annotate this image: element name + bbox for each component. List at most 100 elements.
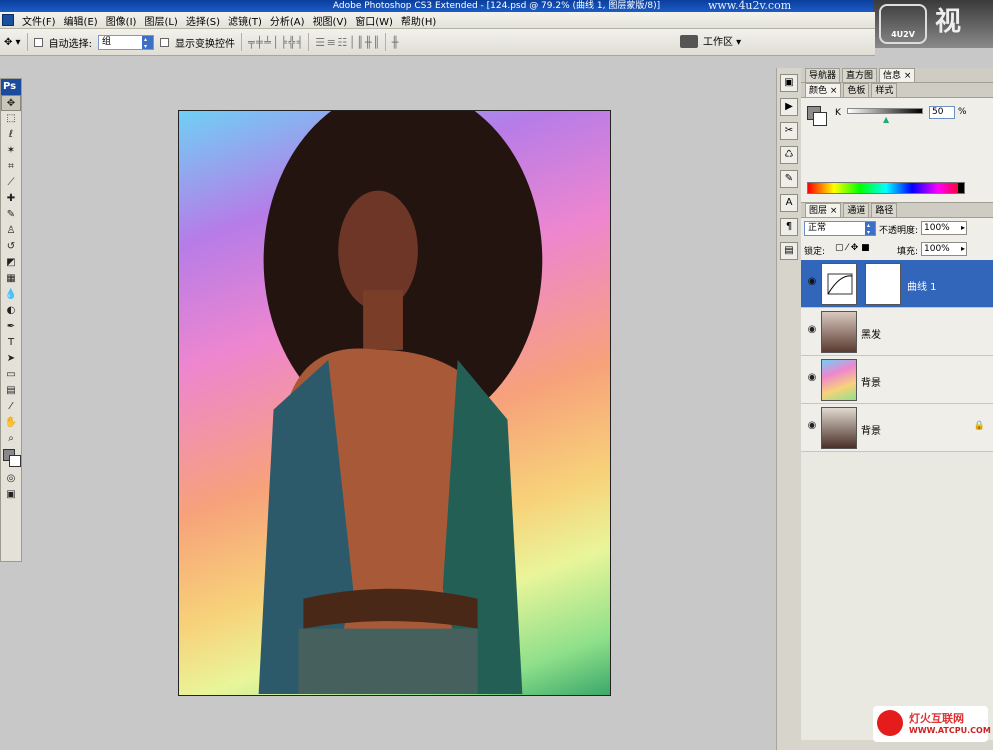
zoom-tool-icon[interactable]: ⌕: [1, 431, 21, 447]
menu-file[interactable]: 文件(F): [18, 13, 60, 28]
layer-row-gradient[interactable]: ◉ 背景: [801, 356, 993, 404]
lock-icons[interactable]: ▢ ⁄ ✥ ■: [835, 243, 870, 253]
tab-color[interactable]: 颜色 ×: [805, 83, 842, 97]
color-spectrum-ramp[interactable]: [807, 182, 965, 194]
paragraph-dock-icon[interactable]: ¶: [780, 218, 798, 236]
layer-name[interactable]: 曲线 1: [907, 278, 937, 293]
tools-dock-icon[interactable]: ✂: [780, 122, 798, 140]
screen-mode-icon[interactable]: ▣: [1, 487, 21, 503]
quick-mask-icon[interactable]: ◎: [1, 471, 21, 487]
magic-wand-tool-icon[interactable]: ✶: [1, 143, 21, 159]
clone-source-dock-icon[interactable]: ♺: [780, 146, 798, 164]
divider: [240, 33, 242, 51]
k-slider-thumb[interactable]: ▲: [883, 115, 889, 124]
slice-tool-icon[interactable]: ⟋: [1, 175, 21, 191]
menu-analysis[interactable]: 分析(A): [266, 13, 309, 28]
move-tool-icon[interactable]: ✥: [1, 95, 21, 111]
menu-help[interactable]: 帮助(H): [397, 13, 440, 28]
blend-mode-dropdown[interactable]: 正常: [804, 221, 876, 236]
menu-view[interactable]: 视图(V): [309, 13, 352, 28]
shape-tool-icon[interactable]: ▭: [1, 367, 21, 383]
eye-icon[interactable]: ◉: [805, 372, 819, 386]
actions-dock-icon[interactable]: ▶: [780, 98, 798, 116]
menu-edit[interactable]: 编辑(E): [60, 13, 102, 28]
menu-filter[interactable]: 滤镜(T): [224, 13, 266, 28]
corner-logo-text: 视: [935, 7, 962, 37]
layer-row-curves[interactable]: ◉ 曲线 1: [801, 260, 993, 308]
align-buttons-icon[interactable]: ╤ ╪ ╧ │ ╞ ╬ ╡: [248, 36, 303, 49]
layer-row-background[interactable]: ◉ 背景 🔒: [801, 404, 993, 452]
menu-select[interactable]: 选择(S): [182, 13, 224, 28]
menu-window[interactable]: 窗口(W): [351, 13, 397, 28]
path-selection-tool-icon[interactable]: ➤: [1, 351, 21, 367]
document-canvas[interactable]: [178, 110, 611, 696]
tab-styles[interactable]: 样式: [871, 83, 898, 97]
layer-mask-thumbnail[interactable]: [865, 263, 901, 305]
lock-label: 锁定:: [804, 247, 826, 257]
show-transform-label: 显示变换控件: [174, 38, 235, 50]
tab-histogram[interactable]: 直方图: [842, 68, 878, 82]
move-tool-icon[interactable]: ✥ ▾: [4, 37, 21, 48]
color-panel: K ▲ 50 %: [801, 98, 993, 203]
layer-thumbnail[interactable]: [821, 311, 857, 353]
auto-align-icon[interactable]: ╫: [392, 36, 399, 49]
eraser-tool-icon[interactable]: ◩: [1, 255, 21, 271]
divider: [26, 33, 28, 51]
eye-icon[interactable]: ◉: [805, 324, 819, 338]
k-slider[interactable]: [847, 108, 923, 114]
menu-layer[interactable]: 图层(L): [140, 13, 181, 28]
app-icon[interactable]: [2, 14, 14, 26]
color-swatches[interactable]: [1, 447, 21, 471]
distribute-buttons-icon[interactable]: ☰ ≡ ☷ │ ║ ╫ ║: [315, 36, 379, 49]
divider: [384, 33, 386, 51]
layer-name[interactable]: 黑发: [861, 326, 881, 341]
auto-select-dropdown[interactable]: 组: [97, 34, 154, 50]
eye-icon[interactable]: ◉: [805, 276, 819, 290]
hand-tool-icon[interactable]: ✋: [1, 415, 21, 431]
layer-comps-dock-icon[interactable]: ▤: [780, 242, 798, 260]
navigator-dock-icon[interactable]: ▣: [780, 74, 798, 92]
dodge-tool-icon[interactable]: ◐: [1, 303, 21, 319]
curve-icon: [827, 273, 853, 295]
corner-badge: 4U2V: [879, 4, 927, 44]
pen-tool-icon[interactable]: ✒: [1, 319, 21, 335]
notes-tool-icon[interactable]: ▤: [1, 383, 21, 399]
layer-name[interactable]: 背景: [861, 374, 881, 389]
type-tool-icon[interactable]: T: [1, 335, 21, 351]
divider: [308, 33, 310, 51]
brush-tool-icon[interactable]: ✎: [1, 207, 21, 223]
fill-input[interactable]: 100%: [921, 242, 967, 256]
tab-paths[interactable]: 路径: [871, 203, 898, 217]
show-transform-checkbox[interactable]: [159, 37, 169, 47]
workspace-menu[interactable]: 工作区 ▾: [703, 33, 741, 48]
curves-adjustment-thumbnail[interactable]: [821, 263, 857, 305]
clone-stamp-tool-icon[interactable]: ♙: [1, 223, 21, 239]
color-background-swatch[interactable]: [813, 112, 827, 126]
blur-tool-icon[interactable]: 💧: [1, 287, 21, 303]
layer-name[interactable]: 背景: [861, 422, 881, 437]
history-brush-tool-icon[interactable]: ↺: [1, 239, 21, 255]
workspace-icon[interactable]: [680, 35, 698, 48]
marquee-tool-icon[interactable]: ⬚: [1, 111, 21, 127]
layer-thumbnail[interactable]: [821, 407, 857, 449]
tab-layers[interactable]: 图层 ×: [805, 203, 842, 217]
healing-brush-tool-icon[interactable]: ✚: [1, 191, 21, 207]
auto-select-checkbox[interactable]: [33, 37, 43, 47]
brushes-dock-icon[interactable]: ✎: [780, 170, 798, 188]
menu-image[interactable]: 图像(I): [102, 13, 141, 28]
gradient-tool-icon[interactable]: ▦: [1, 271, 21, 287]
eye-icon[interactable]: ◉: [805, 420, 819, 434]
layer-row-hair[interactable]: ◉ 黑发: [801, 308, 993, 356]
k-value-input[interactable]: 50: [929, 106, 955, 119]
layer-thumbnail[interactable]: [821, 359, 857, 401]
crop-tool-icon[interactable]: ⌗: [1, 159, 21, 175]
tab-navigator[interactable]: 导航器: [805, 68, 841, 82]
tab-swatches[interactable]: 色板: [843, 83, 870, 97]
tab-channels[interactable]: 通道: [843, 203, 870, 217]
tab-info[interactable]: 信息 ×: [879, 68, 916, 82]
lasso-tool-icon[interactable]: ℓ: [1, 127, 21, 143]
eyedropper-tool-icon[interactable]: ⁄: [1, 399, 21, 415]
character-dock-icon[interactable]: A: [780, 194, 798, 212]
opacity-input[interactable]: 100%: [921, 221, 967, 235]
background-swatch[interactable]: [9, 455, 21, 467]
